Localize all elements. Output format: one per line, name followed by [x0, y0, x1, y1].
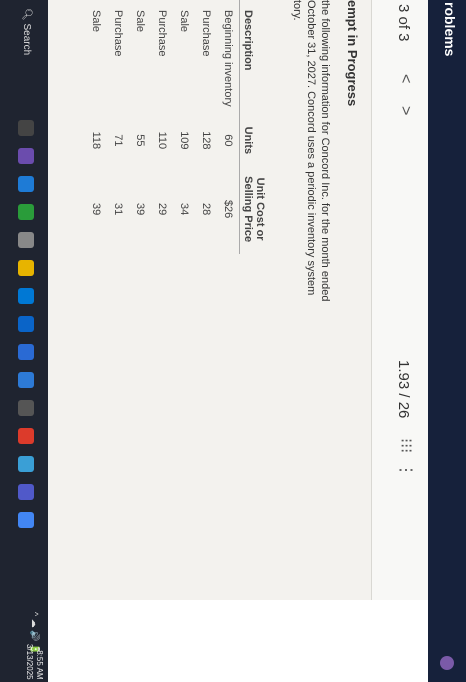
- main-content: 3 of 3 < > 1.93 / 26 ⁝⁝⁝ ⋮ empt in Progr…: [48, 0, 428, 682]
- row-price: 28: [200, 203, 212, 216]
- window-title: roblems: [442, 2, 458, 57]
- mail-icon[interactable]: [18, 344, 34, 360]
- row-units: 110: [156, 131, 168, 150]
- chat-icon[interactable]: [18, 148, 34, 164]
- row-price: 39: [134, 203, 146, 216]
- attempt-status: empt in Progress: [345, 0, 360, 107]
- clock[interactable]: 8:55 AM 3/13/2025: [24, 644, 44, 680]
- file-explorer-icon[interactable]: [18, 260, 34, 276]
- row-description: Sale: [134, 10, 146, 33]
- table-row: Purchase 128 28: [195, 0, 217, 254]
- question-text: the following information for Concord In…: [290, 0, 332, 330]
- row-description: Purchase: [156, 10, 168, 57]
- search-icon: 🔍︎: [21, 8, 32, 21]
- chevron-right-icon[interactable]: >: [396, 106, 414, 115]
- window-titlebar: roblems: [428, 0, 466, 682]
- profile-icon[interactable]: [440, 656, 454, 670]
- header-units: Units: [239, 116, 268, 165]
- task-view-icon[interactable]: [18, 120, 34, 136]
- row-units: 109: [178, 131, 190, 150]
- row-description: Beginning inventory: [222, 10, 234, 107]
- taskbar: 🔍︎ Search ^ ☁ 🔊 🔋 8:55 AM 3/13/2025: [0, 0, 48, 682]
- photo-frame: roblems 3 of 3 < > 1.93 / 26 ⁝⁝⁝ ⋮ empt …: [0, 0, 466, 682]
- chrome-icon[interactable]: [18, 428, 34, 444]
- question-line-1: the following information for Concord In…: [305, 0, 331, 302]
- inventory-table: Description Units Unit Cost or Selling P…: [85, 0, 268, 255]
- notepad-icon[interactable]: [18, 456, 34, 472]
- header-unit-cost: Unit Cost or Selling Price: [239, 164, 268, 255]
- clock-time: 8:55 AM: [35, 650, 44, 680]
- edge-icon[interactable]: [18, 176, 34, 192]
- more-icon[interactable]: ⋮: [396, 462, 416, 478]
- question-counter: 3 of 3: [395, 4, 412, 42]
- table-row: Beginning inventory 60 $26: [217, 0, 240, 254]
- table-row: Purchase 110 29: [151, 0, 173, 254]
- question-line-2: tory.: [291, 0, 303, 21]
- store-icon[interactable]: [18, 288, 34, 304]
- header-description: Description: [239, 0, 268, 117]
- table-row: Purchase 71 31: [107, 0, 129, 254]
- list-icon[interactable]: ⁝⁝⁝: [396, 438, 416, 453]
- row-description: Purchase: [200, 10, 212, 57]
- row-units: 60: [222, 134, 234, 147]
- row-description: Sale: [90, 10, 102, 33]
- xbox-icon[interactable]: [18, 204, 34, 220]
- settings-icon[interactable]: [18, 232, 34, 248]
- clock-date: 3/13/2025: [25, 644, 34, 680]
- search-label: Search: [21, 23, 32, 56]
- chrome-profile-icon[interactable]: [18, 512, 34, 528]
- chevron-left-icon[interactable]: <: [396, 74, 414, 83]
- row-price: 39: [90, 203, 102, 216]
- row-price: 31: [112, 203, 124, 216]
- photos-icon[interactable]: [18, 400, 34, 416]
- score-display: 1.93 / 26: [395, 360, 412, 419]
- table-row: Sale 109 34: [173, 0, 195, 254]
- row-units: 128: [200, 131, 212, 150]
- rotated-screen: roblems 3 of 3 < > 1.93 / 26 ⁝⁝⁝ ⋮ empt …: [0, 0, 466, 682]
- row-price: 34: [178, 203, 190, 216]
- row-units: 118: [90, 131, 102, 150]
- row-units: 71: [112, 134, 124, 147]
- row-price: 29: [156, 203, 168, 216]
- teams-icon[interactable]: [18, 484, 34, 500]
- row-units: 55: [134, 134, 146, 147]
- table-row: Sale 118 39: [85, 0, 107, 254]
- row-price: $26: [222, 199, 234, 219]
- table-row: Sale 55 39: [129, 0, 151, 254]
- question-navigation-bar: 3 of 3 < > 1.93 / 26 ⁝⁝⁝ ⋮: [371, 0, 428, 682]
- row-description: Purchase: [112, 10, 124, 57]
- row-description: Sale: [178, 10, 190, 33]
- search-button[interactable]: 🔍︎ Search: [21, 8, 32, 55]
- outlook-icon[interactable]: [18, 316, 34, 332]
- table-header-row: Description Units Unit Cost or Selling P…: [239, 0, 268, 255]
- calendar-icon[interactable]: [18, 372, 34, 388]
- content-background: [48, 600, 428, 682]
